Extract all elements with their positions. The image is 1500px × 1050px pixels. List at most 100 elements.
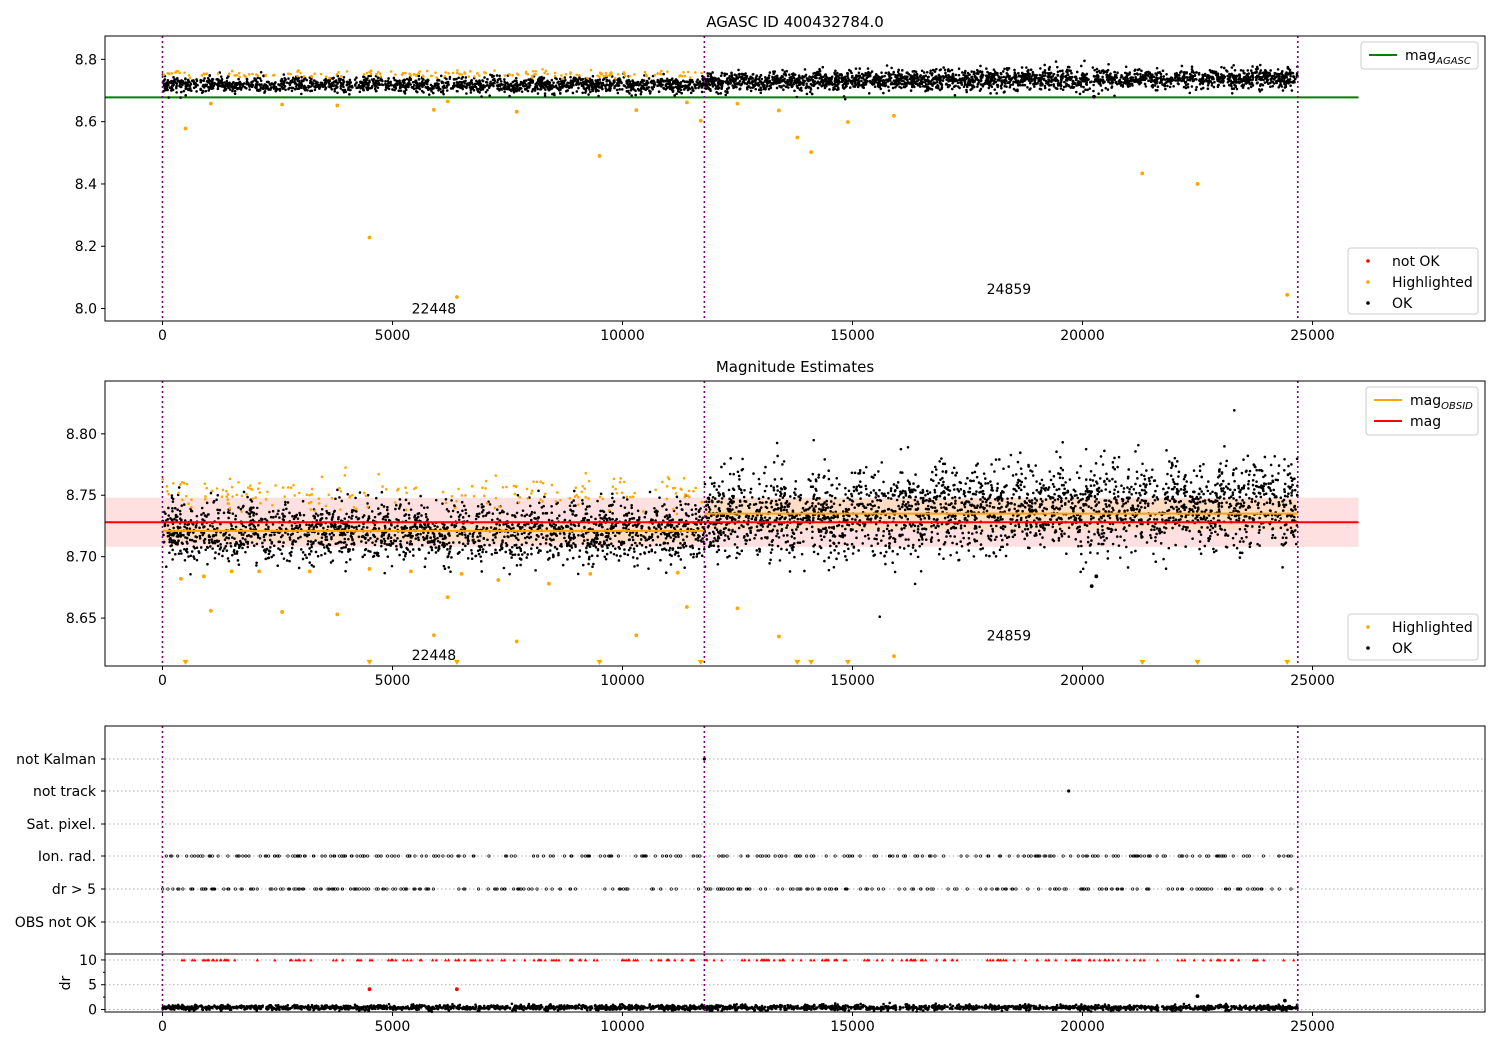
highlighted-point [1195, 182, 1200, 186]
highlighted-point [257, 569, 261, 574]
out-of-range-marker [697, 659, 704, 665]
out-of-range-marker [808, 659, 815, 665]
x-tick-label: 0 [158, 673, 167, 689]
highlighted-point [280, 610, 284, 614]
obsid-label: 22448 [412, 648, 457, 664]
mag-estimates-legend-top: magOBSIDmag [1365, 386, 1479, 436]
mag-estimates-x-axis: 0 5000 10000 15000 20000 25000 [158, 666, 1335, 689]
highlighted-point [367, 567, 372, 571]
dr-y-axis: 0 5 10 [79, 953, 105, 1019]
x-tick-label: 0 [158, 1019, 167, 1035]
obsid-label: 24859 [987, 282, 1032, 298]
out-of-range-marker [844, 659, 851, 665]
x-tick-label: 10000 [600, 328, 645, 344]
highlighted-point [496, 578, 501, 582]
highlighted-point [735, 101, 740, 106]
y-tick-label: 10 [79, 953, 97, 969]
highlighted-point [307, 569, 312, 574]
y-tick-label: 8.2 [75, 239, 97, 255]
agasc-x-axis: 0 5000 10000 15000 20000 25000 [158, 321, 1335, 344]
highlighted-point [675, 570, 680, 575]
y-tick-label: 5 [88, 978, 97, 994]
x-tick-label: 5000 [375, 328, 411, 344]
legend-label: not OK [1392, 254, 1440, 270]
highlighted-point [809, 150, 813, 155]
highlighted-point [432, 107, 436, 112]
highlighted-point [445, 99, 450, 104]
flag-row-label: dr > 5 [52, 882, 96, 898]
out-of-range-marker [366, 659, 373, 665]
agasc-y-axis: 8.0 8.2 8.4 8.6 8.8 [75, 52, 105, 318]
highlighted-point [846, 120, 850, 124]
y-tick-label: 8.0 [75, 302, 97, 318]
ok-points [703, 59, 1299, 101]
x-tick-label: 25000 [1290, 673, 1335, 689]
legend-dot-swatch [1366, 301, 1370, 305]
highlighted-point [514, 639, 519, 644]
legend-label: Highlighted [1392, 275, 1473, 291]
y-tick-label: 8.6 [75, 115, 97, 131]
highlighted-point [634, 108, 639, 113]
x-tick-label: 5000 [375, 673, 411, 689]
agasc-legend-bottom: not OK Highlighted OK [1347, 247, 1479, 315]
highlighted-point [685, 100, 689, 105]
x-tick-label: 0 [158, 328, 167, 344]
chart-title-magnitude-estimates: Magnitude Estimates [716, 358, 874, 376]
ok-point [1092, 94, 1096, 99]
highlighted-point [459, 571, 464, 576]
x-tick-label: 25000 [1290, 1019, 1335, 1035]
ok-point [1195, 994, 1200, 999]
highlighted-point [208, 101, 213, 106]
dr-axis-label: dr [58, 975, 74, 990]
highlighted-point [634, 633, 639, 638]
ok-point [1094, 574, 1099, 579]
highlighted-point [795, 135, 800, 140]
highlighted-point [183, 126, 188, 131]
highlighted-point [588, 571, 593, 576]
y-tick-label: 0 [88, 1003, 97, 1019]
obsid-label: 24859 [987, 628, 1032, 644]
highlighted-point [179, 576, 183, 581]
x-tick-label: 15000 [830, 1019, 875, 1035]
highlighted-point [455, 295, 459, 299]
dr-panel: dr [58, 954, 1485, 1014]
highlighted-point [735, 606, 740, 611]
x-tick-label: 10000 [600, 673, 645, 689]
flag-point [1067, 789, 1071, 793]
mag-estimates-panel: 22448 24859 [105, 381, 1359, 666]
out-of-range-marker [1139, 659, 1146, 665]
legend-label: OK [1392, 296, 1413, 312]
flags-axes-frame [104, 725, 1486, 955]
x-tick-label: 5000 [375, 1019, 411, 1035]
highlighted-points [162, 68, 703, 81]
dr-x-axis: 0 5000 10000 15000 20000 25000 [158, 1012, 1335, 1035]
mag-estimates-legend-bottom: Highlighted OK [1347, 613, 1479, 661]
flag-row-label: not track [33, 784, 97, 800]
flag-row-label: Sat. pixel. [27, 817, 96, 833]
y-tick-label: 8.65 [66, 611, 97, 627]
highlighted-point [547, 581, 551, 586]
legend-label: OK [1392, 641, 1413, 657]
agasc-panel: 22448 24859 [105, 36, 1359, 321]
y-tick-label: 8.4 [75, 177, 97, 193]
y-tick-label: 8.70 [66, 550, 97, 566]
agasc-legend-top: magAGASC [1360, 41, 1479, 70]
highlighted-point [409, 569, 413, 574]
highlighted-point [432, 633, 436, 638]
out-of-range-marker [1194, 659, 1201, 665]
x-tick-label: 25000 [1290, 328, 1335, 344]
y-tick-label: 8.8 [75, 52, 97, 68]
out-of-range-marker [182, 659, 189, 665]
not-ok-point [455, 987, 459, 992]
highlighted-point [280, 102, 284, 107]
flag-row-label: Ion. rad. [38, 849, 96, 865]
ok-points [161, 1001, 1299, 1014]
ok-point [1283, 998, 1287, 1003]
legend-label: Highlighted [1392, 620, 1473, 636]
highlighted-point [892, 654, 896, 659]
out-of-range-marker [596, 659, 603, 665]
x-tick-label: 20000 [1060, 1019, 1105, 1035]
highlighted-point [1285, 292, 1290, 297]
x-tick-label: 10000 [600, 1019, 645, 1035]
flag-points [161, 887, 1293, 891]
